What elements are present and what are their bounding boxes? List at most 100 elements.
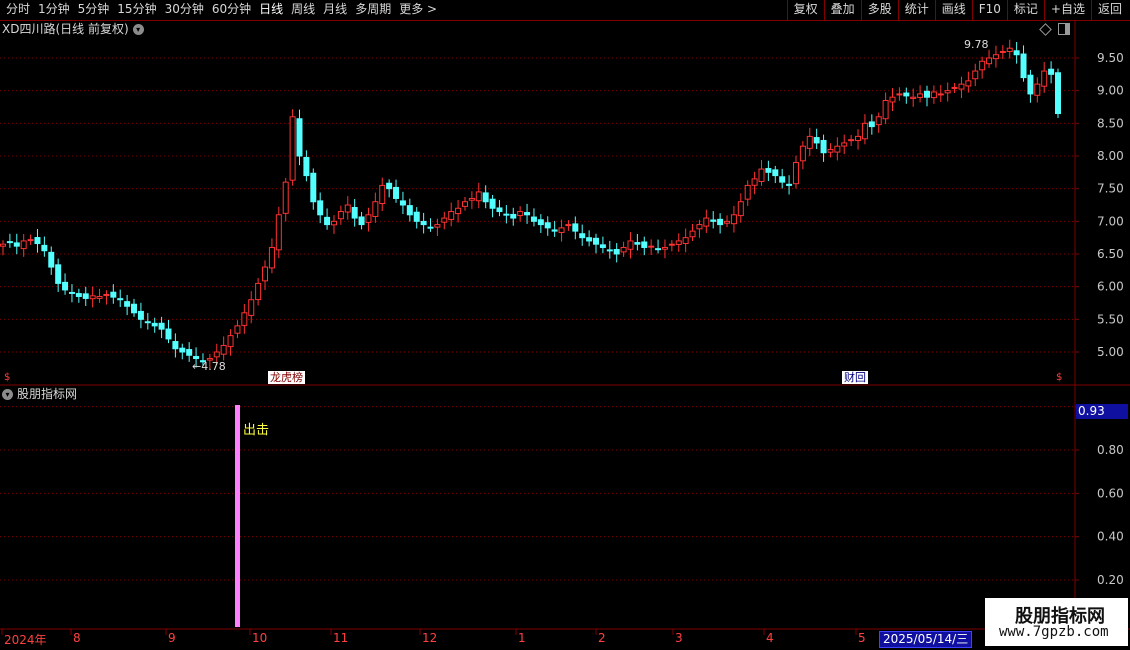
diamond-icon[interactable]: [1039, 23, 1052, 36]
candle-body: [965, 80, 972, 87]
candle-body: [468, 197, 475, 201]
candle-body: [1020, 53, 1027, 79]
y-tick-label: 6.00: [1097, 280, 1124, 294]
candle-body: [724, 220, 731, 224]
candle-body: [1055, 72, 1061, 115]
candle-body: [55, 264, 62, 284]
candle-body: [358, 216, 365, 226]
y-tick-label: 9.50: [1097, 51, 1124, 65]
candle-body: [820, 139, 827, 154]
candle-body: [1041, 70, 1048, 87]
period-tab[interactable]: 5分钟: [74, 0, 114, 20]
candle-body: [986, 57, 993, 65]
x-axis-label: 2024年: [4, 633, 47, 647]
period-tab[interactable]: 日线: [255, 0, 287, 20]
stock-chart[interactable]: 5.00 5.50 6.00 6.50 7.00 7.50 8.00 8.50 9.00 9.50…: [0, 21, 1130, 650]
candle-body: [89, 295, 96, 300]
tool-button[interactable]: 返回: [1090, 0, 1128, 20]
candle-body: [620, 246, 627, 253]
candle-body: [717, 218, 724, 226]
period-tab[interactable]: 更多 >: [395, 0, 441, 20]
candle-body: [951, 86, 958, 89]
pane-toggle-icon[interactable]: [1058, 23, 1070, 35]
current-date-box: 2025/05/14/三: [879, 631, 973, 648]
candle-body: [393, 186, 400, 199]
tool-button[interactable]: 标记: [1006, 0, 1044, 20]
candle-body: [496, 207, 503, 213]
candle-body: [186, 349, 193, 356]
candle-body: [386, 182, 393, 190]
candle-body: [1034, 83, 1041, 96]
y-tick-label: 8.00: [1097, 149, 1124, 163]
tool-buttons: 复权 叠加 多股 统计 画线 F10 标记 +自选 返回: [786, 0, 1128, 20]
watermark-url: www.7gpzb.com: [999, 624, 1109, 640]
candle-body: [537, 219, 544, 226]
tool-button[interactable]: 多股: [860, 0, 898, 20]
y-tick-label: 7.00: [1097, 214, 1124, 228]
dividend-marker[interactable]: $: [1056, 372, 1062, 383]
main-chart-title[interactable]: XD四川路(日线 前复权) ▾: [2, 21, 144, 37]
candle-body: [434, 224, 441, 228]
x-axis-label: 1: [518, 631, 526, 645]
chart-top-icons: [1039, 23, 1070, 36]
candle-body: [868, 121, 875, 128]
period-tab[interactable]: 分时: [2, 0, 34, 20]
period-tab[interactable]: 60分钟: [208, 0, 255, 20]
y-tick-label: 6.50: [1097, 247, 1124, 261]
candle-body: [420, 220, 427, 226]
period-tab[interactable]: 月线: [319, 0, 351, 20]
indicator-title[interactable]: ▾ 股朋指标网: [2, 386, 77, 402]
indicator-current-value: 0.93: [1076, 404, 1128, 419]
candle-body: [896, 93, 903, 96]
candle-body: [882, 99, 889, 120]
period-tab[interactable]: 多周期: [351, 0, 395, 20]
tool-button[interactable]: +自选: [1043, 0, 1091, 20]
candle-body: [34, 237, 41, 245]
tool-button[interactable]: 画线: [934, 0, 972, 20]
x-axis-label: 2: [598, 631, 606, 645]
candle-body: [813, 137, 820, 144]
candle-body: [758, 168, 765, 182]
candle-body: [427, 226, 434, 229]
candle-body: [572, 223, 579, 232]
tool-button[interactable]: F10: [971, 0, 1007, 20]
period-tab[interactable]: 周线: [287, 0, 319, 20]
candle-body: [599, 244, 606, 248]
candle-body: [937, 93, 944, 96]
chevron-down-icon[interactable]: ▾: [132, 23, 144, 35]
candle-body: [972, 70, 979, 80]
period-tab[interactable]: 1分钟: [34, 0, 74, 20]
candle-body: [855, 135, 862, 141]
y-tick-label: 5.00: [1097, 345, 1124, 359]
high-price-label: 9.78: [964, 38, 989, 51]
tool-button[interactable]: 叠加: [823, 0, 861, 20]
candle-body: [744, 184, 751, 200]
tool-button[interactable]: 复权: [786, 0, 824, 20]
x-axis-label: 8: [73, 631, 81, 645]
signal-bar: [235, 405, 240, 627]
period-tab[interactable]: 15分钟: [113, 0, 160, 20]
period-toolbar: 分时 1分钟 5分钟 15分钟 30分钟 60分钟 日线 周线 月线 多周期 更多 > 复权 叠加 多股…: [0, 0, 1130, 21]
candle-body: [330, 220, 337, 226]
candle-body: [20, 240, 27, 250]
candle-body: [179, 347, 186, 353]
y-tick-label: 7.50: [1097, 182, 1124, 196]
candle-body: [524, 212, 531, 216]
chevron-down-icon[interactable]: ▾: [2, 388, 13, 400]
stock-title: XD四川路(日线 前复权): [2, 22, 129, 36]
y-tick-label: 0.20: [1097, 573, 1124, 587]
tool-button[interactable]: 统计: [897, 0, 935, 20]
candle-body: [751, 178, 758, 186]
candle-body: [110, 291, 117, 298]
period-tab[interactable]: 30分钟: [161, 0, 208, 20]
candle-body: [958, 83, 965, 90]
x-axis-label: 3: [675, 631, 683, 645]
event-label-longhubang[interactable]: 龙虎榜: [268, 371, 305, 384]
candle-body: [372, 201, 379, 217]
event-label-finance[interactable]: 财回: [842, 371, 868, 384]
candle-body: [82, 293, 89, 299]
candle-body: [241, 312, 248, 326]
dividend-marker[interactable]: $: [4, 372, 10, 383]
candle-body: [1013, 50, 1020, 56]
y-tick-label: 0.40: [1097, 530, 1124, 544]
